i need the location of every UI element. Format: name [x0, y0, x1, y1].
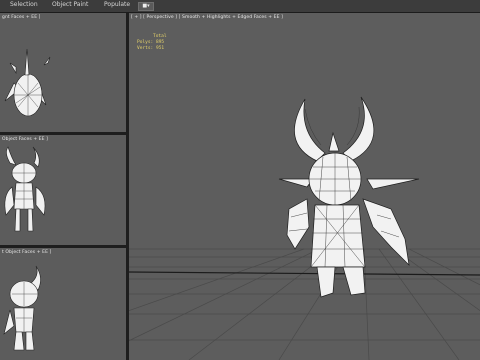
- viewport-top-left[interactable]: gnt Faces + EE ]: [0, 13, 126, 132]
- menu-bar: Selection Object Paint Populate ■▾: [0, 0, 480, 13]
- side-view-model: [3, 265, 41, 351]
- display-dropdown[interactable]: ■▾: [138, 2, 154, 11]
- menu-item-object-paint[interactable]: Object Paint: [52, 1, 88, 8]
- viewport-mid-left[interactable]: Object Faces + EE ]: [0, 135, 126, 245]
- menu-item-selection[interactable]: Selection: [10, 1, 38, 8]
- ground-axis: [129, 271, 480, 276]
- perspective-scene: [129, 96, 480, 360]
- viewport-bottom-left[interactable]: t Object Faces + EE ]: [0, 248, 126, 360]
- front-view-model: [4, 146, 46, 232]
- top-view-model: [4, 48, 51, 117]
- ground-grid: [129, 248, 480, 360]
- menu-item-populate[interactable]: Populate: [104, 1, 130, 8]
- viewport-perspective[interactable]: [ + ] [ Perspective ] [ Smooth + Highlig…: [129, 13, 480, 360]
